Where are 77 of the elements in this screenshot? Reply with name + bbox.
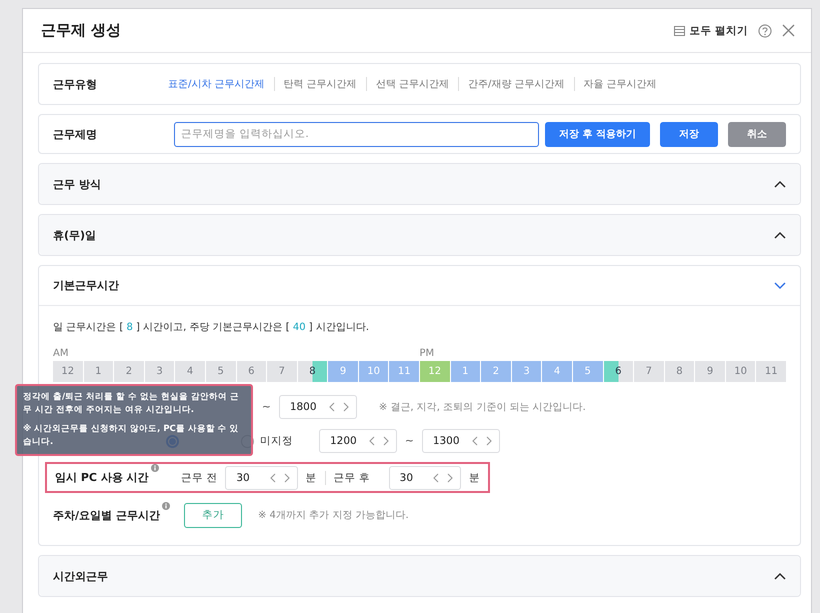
tooltip-text: ※ 시간외근무를 신청하지 않아도, PC를 사용할 수 있습니다. <box>23 423 240 449</box>
action-button[interactable]: 저장 후 적용하기 <box>545 122 650 146</box>
section-title: 기본근무시간 <box>53 278 120 293</box>
row-label: 근무제명 <box>53 126 98 142</box>
hour-cell[interactable]: 1 <box>84 361 114 382</box>
hour-cell[interactable]: 7 <box>634 361 664 382</box>
hour-cell[interactable]: 5 <box>572 361 602 382</box>
hour-cell[interactable]: 4 <box>542 361 572 382</box>
hour-cell[interactable]: 3 <box>144 361 174 382</box>
stepper-arrows-icon[interactable] <box>368 436 390 446</box>
hour-cell[interactable]: 4 <box>175 361 205 382</box>
am-label: AM <box>53 348 70 359</box>
row-label: 주차/요일별 근무시간 <box>53 508 160 522</box>
note-text: ※ 4개까지 추가 지정 가능합니다. <box>258 509 409 522</box>
work-type-tab[interactable]: 간주/재량 근무시간제 <box>458 77 574 91</box>
chevron-up-icon[interactable] <box>774 180 786 188</box>
time-input[interactable]: 1200 <box>319 429 397 453</box>
close-button[interactable] <box>782 24 795 37</box>
add-button[interactable]: 추가 <box>184 502 242 528</box>
time-input[interactable]: 30 <box>388 466 461 490</box>
work-type-tab[interactable]: 표준/시차 근무시간제 <box>168 77 274 91</box>
hour-cell[interactable]: 2 <box>114 361 144 382</box>
hour-cell[interactable]: 7 <box>267 361 297 382</box>
action-button[interactable]: 취소 <box>728 122 786 146</box>
time-input[interactable]: 30 <box>225 466 298 490</box>
work-type-tab[interactable]: 자율 근무시간제 <box>574 77 666 91</box>
hour-cell[interactable]: 9 <box>695 361 725 382</box>
section-title: 근무 방식 <box>53 176 102 192</box>
hour-cell[interactable]: 2 <box>481 361 511 382</box>
tilde-text: ~ <box>405 435 414 447</box>
stepper-arrows-icon[interactable] <box>432 472 454 482</box>
action-button[interactable]: 저장 <box>660 122 718 146</box>
expand-all-button[interactable]: 모두 펼치기 <box>674 24 748 38</box>
stepper-arrows-icon[interactable] <box>470 436 493 446</box>
hour-cell[interactable]: 10 <box>726 361 756 382</box>
help-icon <box>758 24 772 38</box>
before-label: 근무 전 <box>181 470 218 484</box>
chevron-down-icon[interactable] <box>774 282 786 290</box>
help-button[interactable] <box>758 24 772 38</box>
work-type-tab[interactable]: 탄력 근무시간제 <box>274 77 366 91</box>
hour-cell[interactable]: 12 <box>53 361 83 382</box>
info-icon[interactable] <box>162 502 170 510</box>
section-title: 휴(무)일 <box>53 228 98 242</box>
hour-cell[interactable]: 3 <box>512 361 542 382</box>
hour-cell[interactable]: 10 <box>358 361 388 382</box>
tilde-text: ~ <box>262 401 271 413</box>
work-name-input[interactable]: 근무제명을 입력하십시오. <box>174 122 540 146</box>
stepper-arrows-icon[interactable] <box>268 472 291 482</box>
chevron-up-icon[interactable] <box>774 572 786 580</box>
hour-cell[interactable]: 8 <box>298 361 328 382</box>
pm-label: PM <box>420 348 436 359</box>
time-input[interactable]: 1300 <box>422 429 500 453</box>
row-label: 임시 PC 사용 시간 <box>55 470 149 485</box>
summary-text: 일 근무시간은 [ 8 ] 시간이고, 주당 기본근무시간은 [ 40 ] 시간입니다. <box>52 321 370 334</box>
stepper-arrows-icon[interactable] <box>328 402 350 412</box>
hour-cell[interactable]: 8 <box>664 361 694 382</box>
chevron-up-icon[interactable] <box>774 231 786 239</box>
hour-cell[interactable]: 1 <box>450 361 480 382</box>
hour-cell[interactable]: 12 <box>420 361 450 382</box>
info-icon[interactable] <box>150 464 159 472</box>
list-icon <box>674 26 686 36</box>
close-icon <box>782 24 795 37</box>
after-label: 근무 후 <box>334 470 371 484</box>
work-type-tab[interactable]: 선택 근무시간제 <box>366 77 458 91</box>
section-title: 시간외근무 <box>53 568 109 584</box>
hour-cell[interactable]: 11 <box>389 361 419 382</box>
note-text: ※ 결근, 지각, 조퇴의 기준이 되는 시간입니다. <box>378 401 586 414</box>
unit-text: 분 <box>306 470 317 484</box>
hour-cell[interactable]: 11 <box>756 361 786 382</box>
hour-cell[interactable]: 9 <box>328 361 358 382</box>
hour-cell[interactable]: 5 <box>206 361 236 382</box>
row-label: 근무유형 <box>53 76 98 92</box>
unit-text: 분 <box>469 470 480 484</box>
time-input[interactable]: 1800 <box>278 395 357 419</box>
tooltip-text: 정각에 출/퇴근 처리를 할 수 없는 현실을 감안하여 근무 시간 전후에 주어지는 여유 시간입니다. <box>23 391 240 417</box>
hour-cell[interactable]: 6 <box>236 361 266 382</box>
dialog-title: 근무제 생성 <box>41 21 122 40</box>
